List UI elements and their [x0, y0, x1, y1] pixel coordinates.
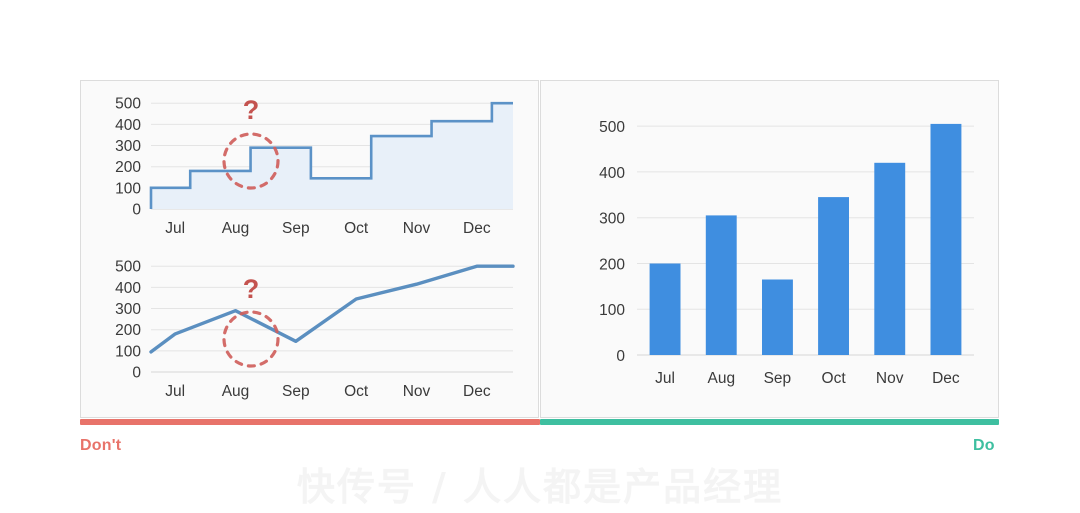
y-axis-tick-label: 0 — [132, 202, 141, 219]
line-chart: 0 100 200 300 400 500 Jul Aug Sep Oct Nov Dec ? — [103, 256, 523, 411]
line-chart-gridlines — [151, 266, 513, 372]
bar-aug — [706, 215, 737, 355]
bar-chart-y-axis-labels: 0 100 200 300 400 500 — [599, 119, 625, 365]
bar-oct — [818, 197, 849, 355]
do-label: Do — [973, 437, 995, 455]
bar-chart-x-axis-labels: Jul Aug Sep Oct Nov Dec — [655, 370, 960, 387]
step-chart-area — [151, 103, 513, 209]
x-axis-tick-label: Oct — [344, 220, 369, 237]
step-chart-y-axis-labels: 0 100 200 300 400 500 — [115, 96, 141, 219]
y-axis-tick-label: 100 — [599, 302, 625, 319]
do-panel: 0 100 200 300 400 500 Jul Aug Sep Oct Nov Dec — [540, 80, 999, 418]
y-axis-tick-label: 0 — [616, 348, 625, 365]
y-axis-tick-label: 200 — [115, 322, 141, 339]
y-axis-tick-label: 300 — [115, 138, 141, 155]
x-axis-tick-label: Jul — [165, 220, 185, 237]
x-axis-tick-label: Nov — [403, 220, 431, 237]
y-axis-tick-label: 0 — [132, 365, 141, 382]
x-axis-tick-label: Aug — [222, 220, 250, 237]
x-axis-tick-label: Oct — [344, 383, 369, 400]
dont-underline-bar — [80, 419, 540, 425]
step-chart-x-axis-labels: Jul Aug Sep Oct Nov Dec — [165, 220, 491, 237]
bar-chart-gridlines — [637, 126, 974, 355]
x-axis-tick-label: Nov — [403, 383, 431, 400]
dont-label: Don't — [80, 437, 121, 455]
y-axis-tick-label: 400 — [599, 165, 625, 182]
x-axis-tick-label: Jul — [655, 370, 675, 387]
do-underline-bar — [540, 419, 999, 425]
y-axis-tick-label: 400 — [115, 117, 141, 134]
line-chart-x-axis-labels: Jul Aug Sep Oct Nov Dec — [165, 383, 491, 400]
y-axis-tick-label: 400 — [115, 280, 141, 297]
bar-chart-bars — [650, 124, 962, 355]
y-axis-tick-label: 500 — [599, 119, 625, 136]
x-axis-tick-label: Sep — [764, 370, 792, 387]
x-axis-tick-label: Aug — [708, 370, 736, 387]
y-axis-tick-label: 100 — [115, 180, 141, 197]
y-axis-tick-label: 200 — [599, 256, 625, 273]
dont-panel: 0 100 200 300 400 500 Jul Aug Sep Oct Nov Dec ? 0 1… — [80, 80, 539, 418]
line-chart-y-axis-labels: 0 100 200 300 400 500 — [115, 259, 141, 382]
x-axis-tick-label: Nov — [876, 370, 904, 387]
x-axis-tick-label: Jul — [165, 383, 185, 400]
step-chart: 0 100 200 300 400 500 Jul Aug Sep Oct Nov Dec ? — [103, 93, 523, 248]
question-mark-annotation: ? — [243, 95, 260, 125]
bar-chart: 0 100 200 300 400 500 Jul Aug Sep Oct Nov Dec — [569, 103, 981, 403]
x-axis-tick-label: Dec — [463, 383, 491, 400]
question-mark-annotation: ? — [243, 274, 260, 304]
bar-sep — [762, 280, 793, 356]
x-axis-tick-label: Oct — [822, 370, 847, 387]
x-axis-tick-label: Dec — [932, 370, 960, 387]
x-axis-tick-label: Sep — [282, 220, 310, 237]
y-axis-tick-label: 300 — [115, 301, 141, 318]
y-axis-tick-label: 500 — [115, 259, 141, 276]
y-axis-tick-label: 300 — [599, 211, 625, 228]
x-axis-tick-label: Sep — [282, 383, 310, 400]
watermark-text: 快传号 / 人人都是产品经理 — [0, 456, 1080, 511]
bar-jul — [650, 264, 681, 356]
y-axis-tick-label: 100 — [115, 343, 141, 360]
x-axis-tick-label: Dec — [463, 220, 491, 237]
bar-dec — [931, 124, 962, 355]
y-axis-tick-label: 200 — [115, 159, 141, 176]
bar-nov — [874, 163, 905, 355]
y-axis-tick-label: 500 — [115, 96, 141, 113]
x-axis-tick-label: Aug — [222, 383, 250, 400]
line-chart-line — [151, 266, 513, 352]
